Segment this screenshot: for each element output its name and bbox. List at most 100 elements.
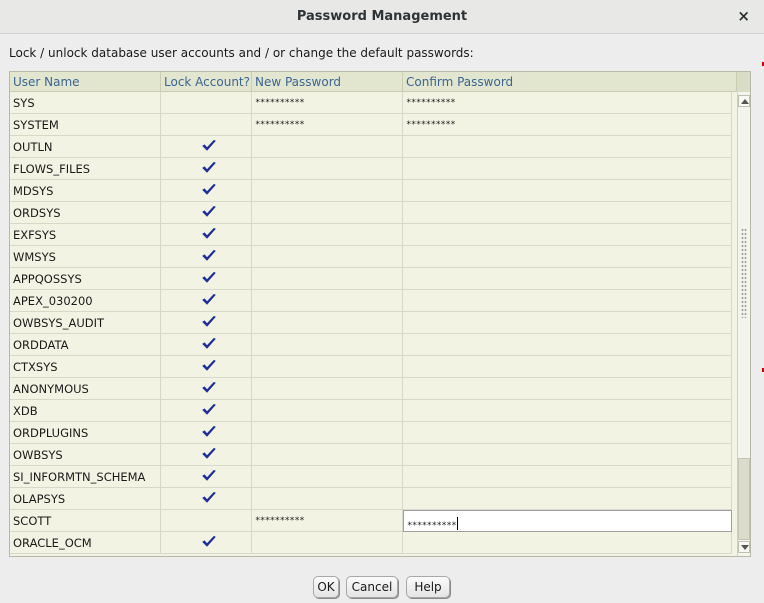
lock-account-cell[interactable] (161, 268, 252, 290)
table-row[interactable]: ORDDATA (10, 334, 732, 356)
new-password-cell[interactable] (252, 356, 403, 378)
lock-account-cell[interactable] (161, 444, 252, 466)
lock-account-cell[interactable] (161, 180, 252, 202)
new-password-cell[interactable] (252, 400, 403, 422)
confirm-password-input[interactable]: ********** (403, 510, 732, 532)
new-password-cell[interactable] (252, 532, 403, 554)
scroll-up-arrow-icon[interactable] (738, 95, 750, 107)
lock-account-cell[interactable] (161, 290, 252, 312)
confirm-password-cell[interactable] (403, 268, 732, 290)
new-password-cell[interactable] (252, 246, 403, 268)
new-password-cell[interactable] (252, 334, 403, 356)
table-row[interactable]: ORDPLUGINS (10, 422, 732, 444)
vertical-scrollbar[interactable] (737, 92, 750, 556)
confirm-password-cell[interactable] (403, 378, 732, 400)
table-row[interactable]: SI_INFORMTN_SCHEMA (10, 466, 732, 488)
new-password-cell[interactable] (252, 268, 403, 290)
scroll-thumb[interactable] (738, 458, 750, 540)
confirm-password-cell[interactable] (403, 356, 732, 378)
new-password-cell[interactable] (252, 488, 403, 510)
table-row[interactable]: OWBSYS (10, 444, 732, 466)
column-header-confirm-password[interactable]: Confirm Password (403, 72, 737, 92)
help-button[interactable]: Help (406, 576, 450, 598)
confirm-password-cell[interactable] (403, 312, 732, 334)
new-password-cell[interactable] (252, 158, 403, 180)
new-password-cell[interactable] (252, 466, 403, 488)
table-row[interactable]: OUTLN (10, 136, 732, 158)
lock-account-cell[interactable] (161, 532, 252, 554)
lock-account-cell[interactable] (161, 114, 252, 136)
confirm-password-cell[interactable] (403, 422, 732, 444)
lock-account-cell[interactable] (161, 400, 252, 422)
table-row[interactable]: FLOWS_FILES (10, 158, 732, 180)
new-password-cell[interactable] (252, 136, 403, 158)
new-password-cell[interactable]: ********** (252, 92, 403, 114)
confirm-password-cell[interactable] (403, 136, 732, 158)
lock-account-cell[interactable] (161, 158, 252, 180)
table-row[interactable]: XDB (10, 400, 732, 422)
table-row[interactable]: APPQOSSYS (10, 268, 732, 290)
new-password-cell[interactable] (252, 444, 403, 466)
table-row[interactable]: WMSYS (10, 246, 732, 268)
lock-account-cell[interactable] (161, 136, 252, 158)
table-row[interactable]: ANONYMOUS (10, 378, 732, 400)
lock-account-cell[interactable] (161, 312, 252, 334)
new-password-cell[interactable]: ********** (252, 510, 403, 532)
confirm-password-cell[interactable] (403, 488, 732, 510)
table-row[interactable]: OWBSYS_AUDIT (10, 312, 732, 334)
confirm-password-cell[interactable] (403, 400, 732, 422)
confirm-password-cell[interactable] (403, 334, 732, 356)
checkmark-icon (202, 425, 216, 437)
table-row[interactable]: SYS ********** ********** (10, 92, 732, 114)
user-name-cell: APEX_030200 (10, 290, 161, 312)
checkmark-icon (202, 227, 216, 239)
column-header-user-name[interactable]: User Name (10, 72, 161, 92)
confirm-password-cell[interactable] (403, 202, 732, 224)
cancel-button[interactable]: Cancel (346, 576, 398, 598)
column-header-new-password[interactable]: New Password (252, 72, 403, 92)
lock-account-cell[interactable] (161, 224, 252, 246)
new-password-cell[interactable] (252, 180, 403, 202)
confirm-password-cell[interactable] (403, 532, 732, 554)
confirm-password-cell[interactable] (403, 180, 732, 202)
column-header-lock-account[interactable]: Lock Account? (161, 72, 252, 92)
confirm-password-cell[interactable] (403, 444, 732, 466)
lock-account-cell[interactable] (161, 422, 252, 444)
confirm-password-cell[interactable] (403, 246, 732, 268)
confirm-password-cell[interactable]: ********** (403, 92, 732, 114)
new-password-cell[interactable] (252, 312, 403, 334)
lock-account-cell[interactable] (161, 466, 252, 488)
confirm-password-cell[interactable] (403, 224, 732, 246)
new-password-cell[interactable] (252, 290, 403, 312)
new-password-cell[interactable] (252, 224, 403, 246)
lock-account-cell[interactable] (161, 356, 252, 378)
confirm-password-cell[interactable] (403, 158, 732, 180)
lock-account-cell[interactable] (161, 246, 252, 268)
new-password-cell[interactable] (252, 202, 403, 224)
lock-account-cell[interactable] (161, 510, 252, 532)
confirm-password-cell[interactable] (403, 290, 732, 312)
table-row[interactable]: ORDSYS (10, 202, 732, 224)
table-row[interactable]: SCOTT ********** ********** (10, 510, 732, 532)
new-password-cell[interactable]: ********** (252, 114, 403, 136)
lock-account-cell[interactable] (161, 378, 252, 400)
new-password-cell[interactable] (252, 422, 403, 444)
table-row[interactable]: APEX_030200 (10, 290, 732, 312)
table-row[interactable]: SYSTEM ********** ********** (10, 114, 732, 136)
table-row[interactable]: ORACLE_OCM (10, 532, 732, 554)
user-name-cell: SCOTT (10, 510, 161, 532)
scroll-down-arrow-icon[interactable] (738, 541, 750, 553)
table-row[interactable]: OLAPSYS (10, 488, 732, 510)
confirm-password-cell[interactable]: ********** (403, 114, 732, 136)
confirm-password-cell[interactable] (403, 466, 732, 488)
lock-account-cell[interactable] (161, 92, 252, 114)
lock-account-cell[interactable] (161, 334, 252, 356)
close-icon[interactable]: × (737, 8, 750, 25)
table-row[interactable]: MDSYS (10, 180, 732, 202)
lock-account-cell[interactable] (161, 202, 252, 224)
new-password-cell[interactable] (252, 378, 403, 400)
ok-button[interactable]: OK (313, 576, 339, 598)
lock-account-cell[interactable] (161, 488, 252, 510)
table-row[interactable]: CTXSYS (10, 356, 732, 378)
table-row[interactable]: EXFSYS (10, 224, 732, 246)
